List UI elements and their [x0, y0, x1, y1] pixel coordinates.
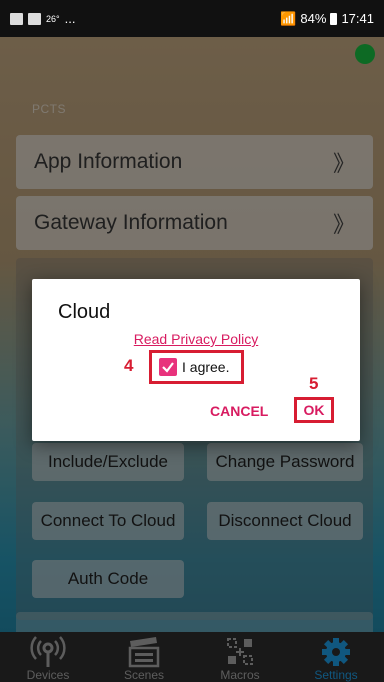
clock: 17:41 — [341, 11, 374, 26]
check-icon — [162, 362, 174, 373]
cancel-button[interactable]: CANCEL — [210, 403, 268, 419]
ok-button[interactable]: OK — [304, 402, 325, 418]
ok-button-highlight: OK — [294, 397, 334, 423]
dialog-title: Cloud — [58, 301, 111, 323]
flipboard-notification-icon — [28, 12, 41, 25]
agree-label: I agree. — [182, 359, 230, 375]
privacy-policy-link[interactable]: Read Privacy Policy — [32, 331, 360, 347]
step-number-5: 5 — [309, 374, 319, 393]
overflow-text: ... — [64, 11, 76, 26]
battery-percent: 84% — [300, 11, 327, 26]
agree-checkbox-row[interactable]: I agree. — [149, 350, 244, 384]
agree-checkbox[interactable] — [159, 358, 177, 376]
cloud-dialog: Cloud Read Privacy Policy 4 I agree. 5 C… — [32, 279, 360, 441]
status-bar: 26° ... 📶 84% 17:41 — [0, 0, 384, 37]
step-number-4: 4 — [124, 356, 134, 375]
temperature-text: 26° — [46, 13, 60, 24]
wifi-signal-icon: 📶 — [280, 10, 297, 26]
image-notification-icon — [10, 12, 23, 25]
battery-icon — [330, 12, 338, 25]
